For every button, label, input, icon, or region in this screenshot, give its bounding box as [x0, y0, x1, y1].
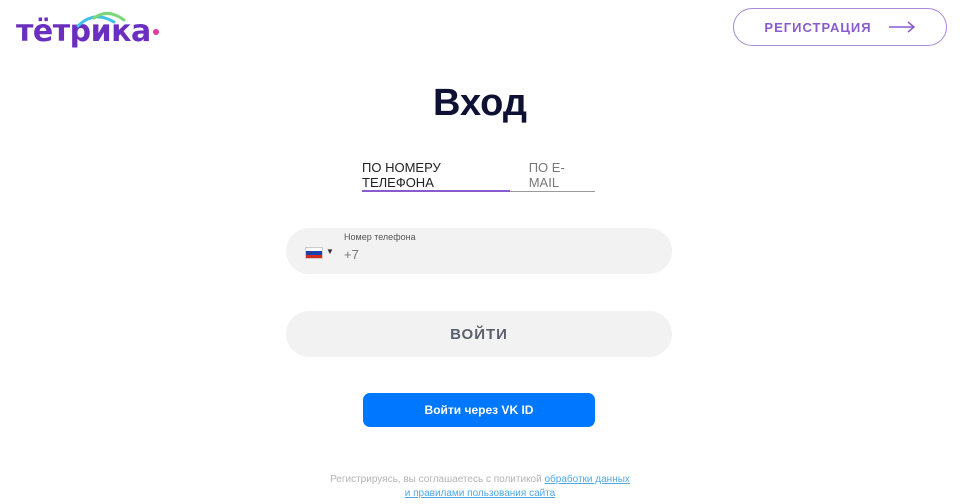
vk-id-login-button[interactable]: Войти через VK ID: [363, 393, 595, 427]
data-processing-link[interactable]: обработки данных: [544, 474, 629, 485]
phone-field-label: Номер телефона: [344, 232, 416, 242]
phone-field[interactable]: ▼ Номер телефона: [286, 228, 672, 274]
legal-text: Регистрируясь, вы соглашаетесь с политик…: [330, 474, 542, 485]
tab-phone[interactable]: ПО НОМЕРУ ТЕЛЕФОНА: [362, 160, 510, 192]
page-title: Вход: [433, 82, 527, 124]
register-button[interactable]: РЕГИСТРАЦИЯ: [733, 8, 947, 46]
login-page: тётрика РЕГИСТРАЦИЯ Вход ПО НОМЕРУ ТЕЛЕФ…: [0, 0, 960, 504]
site-rules-link[interactable]: и правилами пользования сайта: [405, 488, 556, 499]
login-method-tabs: ПО НОМЕРУ ТЕЛЕФОНА ПО E-MAIL: [362, 160, 595, 192]
register-button-label: РЕГИСТРАЦИЯ: [764, 19, 872, 35]
caret-down-icon[interactable]: ▼: [326, 247, 334, 256]
legal-notice: Регистрируясь, вы соглашаетесь с политик…: [0, 473, 960, 501]
phone-input[interactable]: [344, 244, 644, 264]
logo-arc-icon: [76, 12, 126, 28]
logo-wordmark: тётрика: [16, 12, 159, 50]
tab-email[interactable]: ПО E-MAIL: [510, 160, 595, 190]
arrow-right-icon: [888, 21, 915, 33]
logo[interactable]: тётрика: [16, 6, 159, 50]
login-button[interactable]: ВОЙТИ: [286, 311, 672, 357]
russia-flag-icon[interactable]: [305, 247, 323, 259]
